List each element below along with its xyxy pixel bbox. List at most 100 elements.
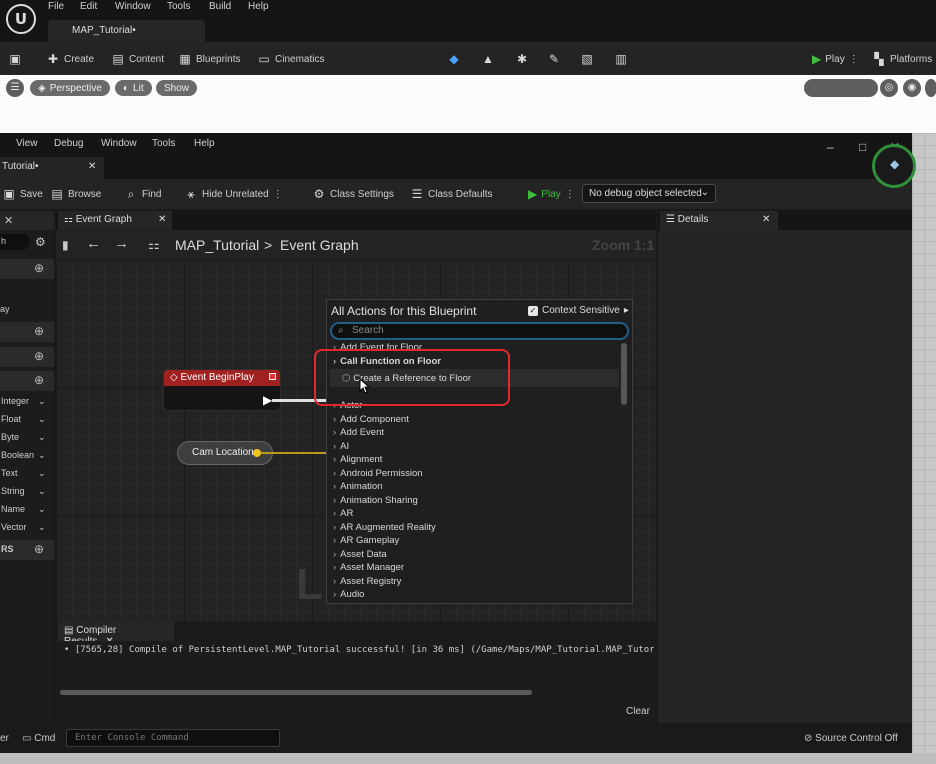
menu-edit[interactable]: Edit <box>80 1 97 12</box>
gear-icon[interactable]: ⚙ <box>35 235 46 249</box>
output-pin-icon[interactable] <box>253 449 261 457</box>
perspective-button[interactable]: ◈ Perspective <box>30 80 110 96</box>
menu-build[interactable]: Build <box>209 1 231 12</box>
clear-button[interactable]: Clear <box>626 706 650 717</box>
context-sensitive-toggle[interactable]: ✓ Context Sensitive ▸ <box>528 305 629 316</box>
bp-menu-tools[interactable]: Tools <box>152 138 175 149</box>
action-category[interactable]: › AI <box>333 441 349 452</box>
mesh-paint-button[interactable]: ✎ <box>547 52 561 66</box>
variables-section[interactable]: ⊕ <box>0 371 54 391</box>
cmd-button[interactable]: ▭ Cmd <box>22 733 55 744</box>
bp-menu-view[interactable]: View <box>16 138 38 149</box>
globe-icon[interactable]: ◎ <box>880 79 898 97</box>
foliage-mode-button[interactable]: ✱ <box>515 52 529 66</box>
modeling-button[interactable]: ▧ <box>580 52 594 66</box>
menu-window[interactable]: Window <box>115 1 151 12</box>
add-variable-icon[interactable]: ⊕ <box>34 373 44 387</box>
close-icon[interactable]: ✕ <box>762 214 770 225</box>
hide-unrelated-button[interactable]: ⚹ Hide Unrelated ⋮ <box>184 187 283 201</box>
action-category[interactable]: › Animation <box>333 481 382 492</box>
play-options-icon[interactable]: ⋮ <box>849 54 859 65</box>
my-blueprint-search[interactable]: h <box>0 234 30 250</box>
browse-button[interactable]: ▤ Browse <box>50 187 101 201</box>
macros-section[interactable]: ⊕ <box>0 347 54 367</box>
create-button[interactable]: ✚ Create <box>46 52 94 66</box>
action-category[interactable]: › Asset Data <box>333 549 387 560</box>
fracture-button[interactable]: ▥ <box>614 52 628 66</box>
blueprints-button[interactable]: ▦ Blueprints <box>178 52 240 66</box>
actions-search-input[interactable]: Search <box>330 322 629 340</box>
class-settings-button[interactable]: ⚙ Class Settings <box>312 187 394 201</box>
content-button[interactable]: ▤ Content <box>111 52 164 66</box>
more-options-icon[interactable]: ⋮ <box>273 189 283 200</box>
add-graph-icon[interactable]: ⊕ <box>34 261 44 275</box>
action-category[interactable]: › AR <box>333 508 353 519</box>
bp-menu-help[interactable]: Help <box>194 138 215 149</box>
action-category[interactable]: › Add Event <box>333 427 384 438</box>
source-control-button[interactable]: ⊘ Source Control Off <box>804 733 898 744</box>
actions-scrollbar[interactable] <box>621 343 627 405</box>
cinematics-button[interactable]: ▭ Cinematics <box>257 52 324 66</box>
mode-select-button[interactable]: ◆ <box>447 52 461 66</box>
action-category[interactable]: › Asset Registry <box>333 576 401 587</box>
action-category[interactable]: › AR Gameplay <box>333 535 399 546</box>
action-category[interactable]: › Android Permission <box>333 468 423 479</box>
close-icon[interactable]: ✕ <box>158 214 166 225</box>
grid-snap-icon[interactable] <box>925 79 936 97</box>
add-macro-icon[interactable]: ⊕ <box>34 349 44 363</box>
action-category[interactable]: › Add Component <box>333 414 409 425</box>
my-blueprint-tab[interactable]: ✕ <box>0 211 54 230</box>
bp-menu-debug[interactable]: Debug <box>54 138 83 149</box>
menu-help[interactable]: Help <box>248 1 269 12</box>
functions-section[interactable]: ⊕ <box>0 322 54 342</box>
close-icon[interactable]: ✕ <box>88 161 96 172</box>
action-category[interactable]: › AR Augmented Reality <box>333 522 436 533</box>
action-category[interactable]: › Asset Manager <box>333 562 404 573</box>
event-node-header[interactable]: ◇ Event BeginPlay <box>164 370 280 386</box>
bp-menu-window[interactable]: Window <box>101 138 137 149</box>
event-graph-tab[interactable]: ⚏ Event Graph ✕ <box>58 211 172 230</box>
maximize-button[interactable]: □ <box>859 140 866 154</box>
compiler-results-tab[interactable]: ▤ Compiler Results✕ <box>58 621 174 647</box>
status-left-fragment[interactable]: er <box>0 733 9 744</box>
level-tab[interactable]: MAP_Tutorial• <box>48 20 205 42</box>
menu-tools[interactable]: Tools <box>167 1 190 12</box>
platforms-button[interactable]: ▚ Platforms <box>872 52 932 66</box>
bp-play-button[interactable]: ▶ Play ⋮ <box>528 187 575 201</box>
viewport-menu-icon[interactable]: ☰ <box>6 79 24 97</box>
save-all-button[interactable]: ▣ <box>8 52 22 66</box>
lit-button[interactable]: ◐ Lit <box>115 80 152 96</box>
delegate-pin-icon[interactable] <box>269 373 276 380</box>
console-command-input[interactable]: Enter Console Command <box>66 729 280 747</box>
breadcrumb-leaf[interactable]: Event Graph <box>280 237 359 253</box>
debug-object-select[interactable]: No debug object selected ⌄ <box>582 184 716 203</box>
graphs-section[interactable]: ⊕ <box>0 259 54 279</box>
dispatchers-section[interactable]: RS ⊕ <box>0 540 54 560</box>
save-button[interactable]: ▣ Save <box>2 187 42 201</box>
bookmark-icon[interactable]: ▮ <box>62 238 69 252</box>
show-button[interactable]: Show <box>156 80 198 96</box>
landscape-mode-button[interactable]: ▲ <box>481 52 495 66</box>
menu-file[interactable]: File <box>48 1 64 12</box>
blueprint-asset-tab[interactable]: Tutorial• ✕ <box>0 157 104 179</box>
add-function-icon[interactable]: ⊕ <box>34 324 44 338</box>
back-arrow-icon[interactable]: ← <box>86 235 101 252</box>
find-button[interactable]: ⌕ Find <box>124 187 162 201</box>
main-play-button[interactable]: ▶ Play ⋮ <box>812 52 859 66</box>
unreal-logo-icon[interactable]: U <box>6 4 36 34</box>
details-tab[interactable]: ☰ Details ✕ <box>660 211 778 230</box>
action-category[interactable]: › Animation Sharing <box>333 495 418 506</box>
forward-arrow-icon[interactable]: → <box>114 235 129 252</box>
snap-icon[interactable]: ◉ <box>903 79 921 97</box>
close-icon[interactable]: ✕ <box>4 214 13 227</box>
action-category[interactable]: › Alignment <box>333 454 382 465</box>
action-category[interactable]: › Audio <box>333 589 364 600</box>
play-options-icon[interactable]: ⋮ <box>565 189 575 200</box>
exec-pin-icon[interactable]: ▶ <box>263 393 272 407</box>
minimize-button[interactable]: – <box>827 140 834 154</box>
horizontal-scrollbar[interactable] <box>60 690 532 695</box>
checkbox-icon[interactable]: ✓ <box>528 305 538 316</box>
add-dispatcher-icon[interactable]: ⊕ <box>34 542 44 556</box>
transform-tools[interactable] <box>804 79 878 97</box>
class-defaults-button[interactable]: ☰ Class Defaults <box>410 187 493 201</box>
